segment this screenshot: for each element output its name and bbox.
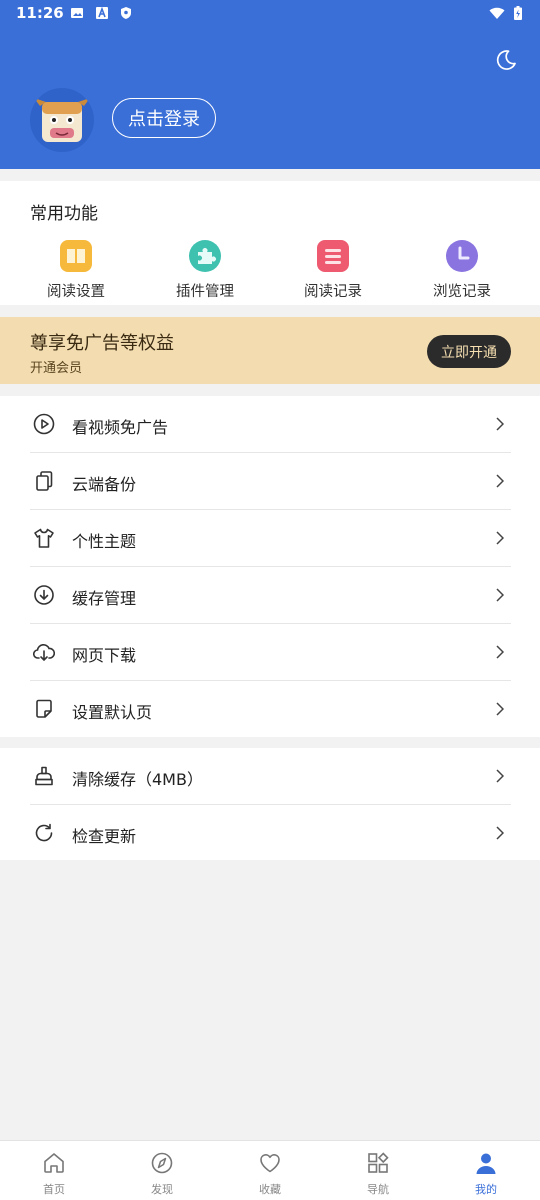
menu-item-label: 云端备份 <box>72 475 137 494</box>
function-label: 浏览记录 <box>433 284 491 300</box>
home-icon <box>44 1153 64 1173</box>
function-label: 阅读记录 <box>304 284 362 300</box>
status-bar: 11:26 <box>0 0 540 28</box>
chevron-right-icon <box>496 826 504 840</box>
nav-label: 发现 <box>151 1183 173 1196</box>
nav-discover[interactable]: 发现 <box>108 1141 216 1200</box>
chevron-right-icon <box>496 588 504 602</box>
nav-label: 首页 <box>43 1183 65 1196</box>
copy-icon <box>36 471 53 491</box>
shield-notification-icon <box>121 7 131 19</box>
chevron-right-icon <box>496 417 504 431</box>
menu-item-label: 个性主题 <box>72 532 137 551</box>
chevron-right-icon <box>496 769 504 783</box>
function-label: 阅读设置 <box>47 284 105 300</box>
common-functions-panel: 常用功能 阅读设置 插件管理 阅读记录 浏览记录 <box>0 181 540 305</box>
puzzle-icon <box>189 240 221 272</box>
note-icon <box>36 699 52 718</box>
menu-item-label: 看视频免广告 <box>72 418 169 437</box>
list-icon <box>317 240 349 272</box>
tshirt-icon <box>34 528 54 548</box>
maintenance-list: 清除缓存（4MB） 检查更新 <box>0 748 540 860</box>
menu-item-web-download[interactable]: 网页下载 <box>0 624 540 681</box>
function-reading-history[interactable]: 阅读记录 <box>278 239 388 301</box>
font-notification-icon <box>96 6 108 19</box>
menu-item-default-page[interactable]: 设置默认页 <box>0 681 540 738</box>
nav-home[interactable]: 首页 <box>0 1141 108 1200</box>
grid-icon <box>368 1152 389 1173</box>
menu-item-cloud-backup[interactable]: 云端备份 <box>0 453 540 510</box>
function-plugin-management[interactable]: 插件管理 <box>150 239 260 301</box>
function-reading-settings[interactable]: 阅读设置 <box>21 239 131 301</box>
vip-title: 尊享免广告等权益 <box>30 333 174 354</box>
book-icon <box>60 240 92 272</box>
nav-favorites[interactable]: 收藏 <box>216 1141 324 1200</box>
function-label: 插件管理 <box>176 284 234 300</box>
vip-banner[interactable]: 尊享免广告等权益 开通会员 立即开通 <box>0 317 540 384</box>
menu-item-label: 清除缓存（4MB） <box>72 770 203 789</box>
nav-navigation[interactable]: 导航 <box>324 1141 432 1200</box>
cloud-download-icon <box>33 644 55 662</box>
menu-item-theme[interactable]: 个性主题 <box>0 510 540 567</box>
menu-item-clear-cache[interactable]: 清除缓存（4MB） <box>0 748 540 805</box>
play-circle-icon <box>33 413 55 435</box>
refresh-icon <box>35 823 53 842</box>
broom-icon <box>35 766 53 786</box>
menu-item-label: 缓存管理 <box>72 589 137 608</box>
image-notification-icon <box>71 8 83 18</box>
profile-header: 11:26 点击登录 <box>0 0 540 169</box>
wifi-icon <box>489 7 505 19</box>
status-time: 11:26 <box>16 4 64 22</box>
function-grid: 阅读设置 插件管理 阅读记录 浏览记录 <box>0 239 540 301</box>
menu-item-watch-video-no-ads[interactable]: 看视频免广告 <box>0 396 540 453</box>
nav-label: 我的 <box>475 1183 497 1196</box>
clock-icon <box>446 240 478 272</box>
avatar[interactable] <box>30 88 94 152</box>
settings-list: 看视频免广告 云端备份 个性主题 缓存管理 网页下载 设置默认页 <box>0 396 540 737</box>
nav-label: 导航 <box>367 1183 389 1196</box>
battery-icon <box>514 6 522 20</box>
cow-avatar-icon <box>34 98 90 142</box>
menu-item-check-update[interactable]: 检查更新 <box>0 805 540 862</box>
menu-item-label: 设置默认页 <box>72 703 153 722</box>
compass-icon <box>151 1152 173 1174</box>
download-circle-icon <box>34 585 54 605</box>
function-browsing-history[interactable]: 浏览记录 <box>407 239 517 301</box>
chevron-right-icon <box>496 531 504 545</box>
login-button[interactable]: 点击登录 <box>112 98 216 138</box>
menu-item-label: 网页下载 <box>72 646 137 665</box>
bottom-navigation: 首页 发现 收藏 导航 我的 <box>0 1140 540 1200</box>
chevron-right-icon <box>496 474 504 488</box>
moon-icon[interactable] <box>494 48 518 72</box>
vip-subtitle: 开通会员 <box>30 361 83 376</box>
user-icon <box>476 1153 496 1174</box>
heart-icon <box>260 1154 280 1173</box>
chevron-right-icon <box>496 702 504 716</box>
nav-me[interactable]: 我的 <box>432 1141 540 1200</box>
menu-item-label: 检查更新 <box>72 827 137 846</box>
menu-item-cache-management[interactable]: 缓存管理 <box>0 567 540 624</box>
nav-label: 收藏 <box>259 1183 281 1196</box>
chevron-right-icon <box>496 645 504 659</box>
open-vip-button[interactable]: 立即开通 <box>427 335 511 368</box>
section-title: 常用功能 <box>30 204 98 224</box>
